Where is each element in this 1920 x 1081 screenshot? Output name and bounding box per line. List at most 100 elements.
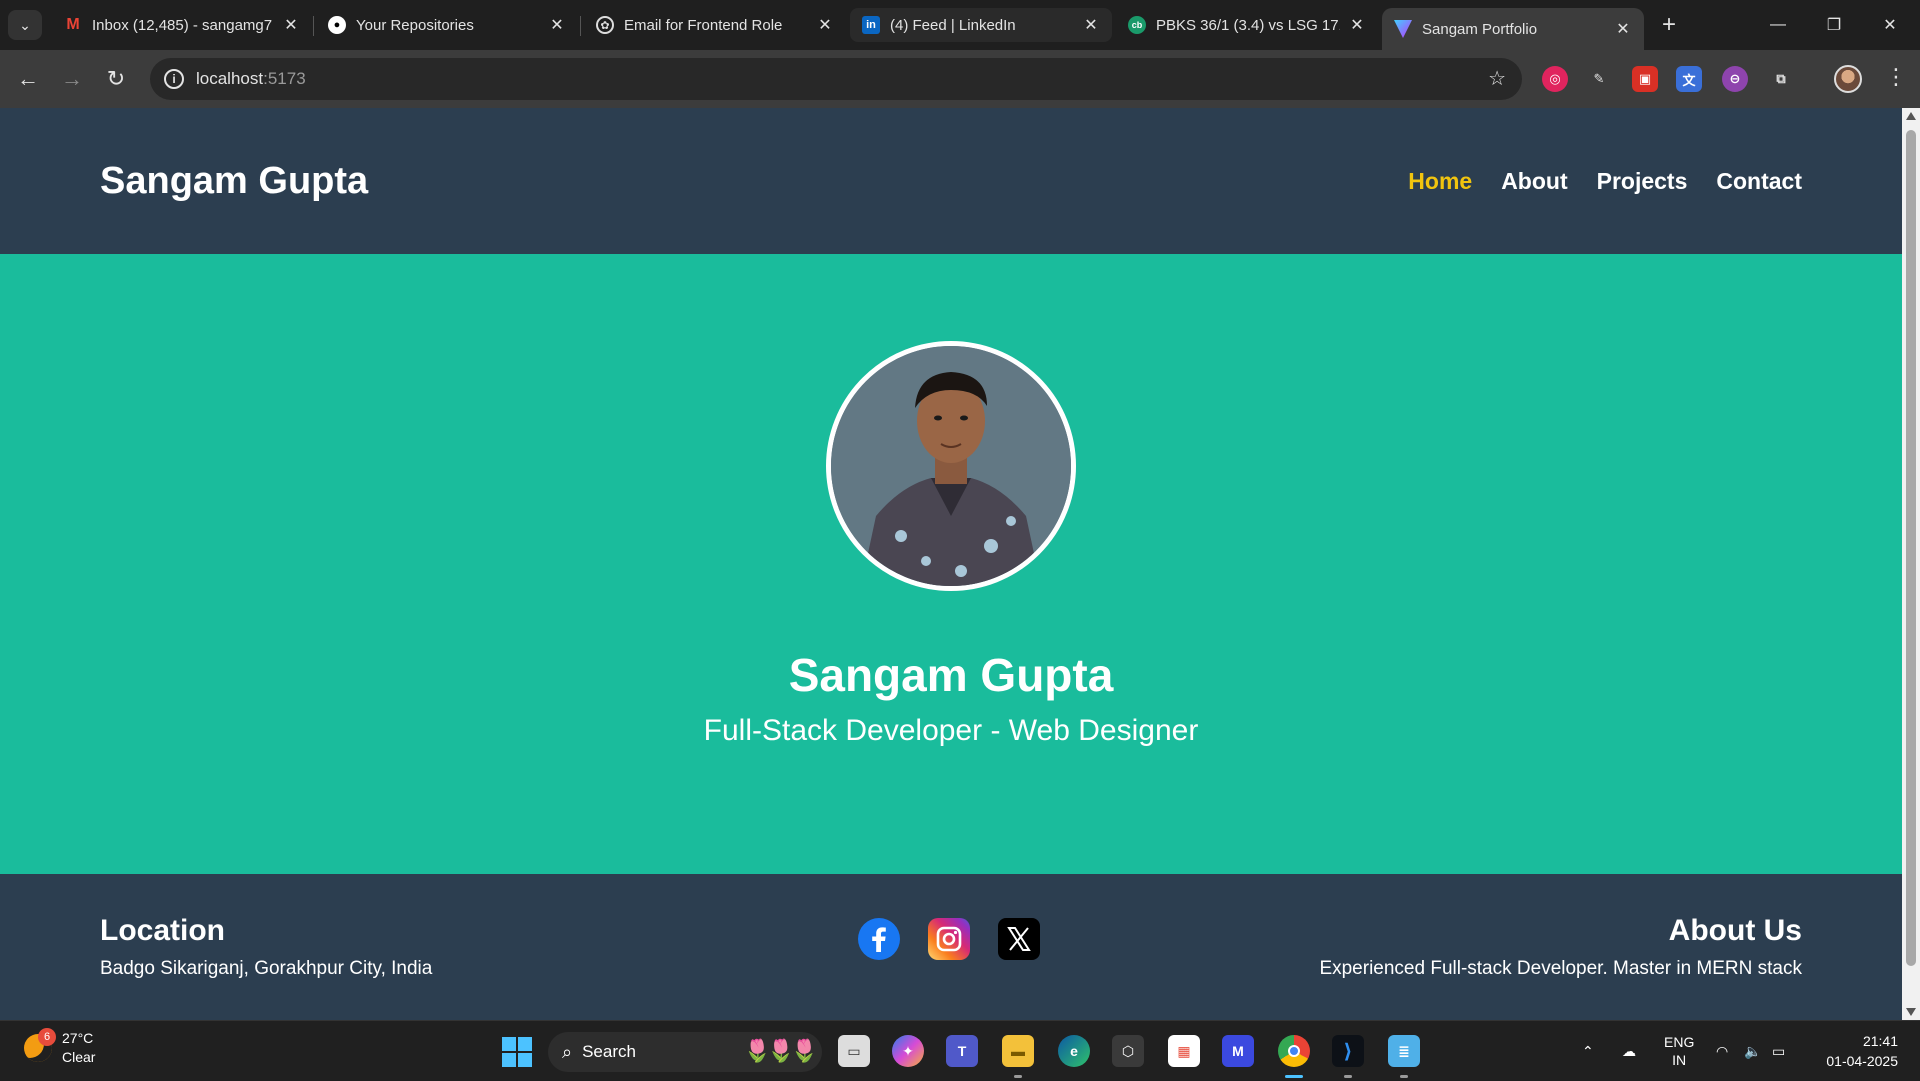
close-icon[interactable]: ✕: [548, 15, 566, 35]
weather-widget[interactable]: 6 27°C Clear: [24, 1028, 96, 1067]
restore-button[interactable]: ❐: [1814, 10, 1854, 40]
tab-cricbuzz[interactable]: cb PBKS 36/1 (3.4) vs LSG 171 ✕: [1116, 8, 1378, 42]
close-icon[interactable]: ✕: [1348, 15, 1366, 35]
page-scrollbar[interactable]: [1902, 108, 1920, 1020]
running-indicator: [1344, 1075, 1352, 1078]
profile-photo: [826, 341, 1076, 591]
scroll-down-icon[interactable]: [1906, 1008, 1916, 1016]
volume-icon[interactable]: 🔈: [1744, 1021, 1761, 1081]
translate-extension-icon[interactable]: 文: [1676, 66, 1702, 92]
tab-title: (4) Feed | LinkedIn: [890, 16, 1016, 34]
extension-icon[interactable]: ▣: [1632, 66, 1658, 92]
scroll-up-icon[interactable]: [1906, 112, 1916, 120]
menu-kebab-icon[interactable]: ⋮: [1885, 64, 1907, 90]
taskbar-search-label: Search: [582, 1042, 636, 1061]
tab-portfolio[interactable]: Sangam Portfolio ✕: [1382, 8, 1644, 50]
footer-location: Location Badgo Sikariganj, Gorakhpur Cit…: [100, 914, 432, 980]
clock-time: 21:41: [1862, 1033, 1898, 1049]
windows-taskbar: 6 27°C Clear ⌕ Search 🌷🌷🌷 ▭ ✦ T ▬ e ⬡ ▦ …: [0, 1020, 1920, 1080]
address-bar[interactable]: i localhost:5173 ☆: [150, 58, 1522, 100]
browser-tabstrip: ⌄ M Inbox (12,485) - sangamg7 ✕ ● Your R…: [0, 0, 1920, 50]
footer-about-title: About Us: [1668, 914, 1802, 947]
wifi-icon[interactable]: ◠: [1716, 1021, 1728, 1081]
chrome-icon[interactable]: [1278, 1035, 1310, 1067]
chatgpt-icon: ✿: [596, 16, 614, 34]
hero-subtitle: Full-Stack Developer - Web Designer: [703, 714, 1199, 747]
close-window-button[interactable]: ✕: [1870, 10, 1910, 40]
nav-projects[interactable]: Projects: [1597, 168, 1688, 195]
edge-icon[interactable]: e: [1058, 1035, 1090, 1067]
eyedropper-extension-icon[interactable]: ✎: [1586, 66, 1612, 92]
page-viewport: Sangam Gupta Home About Projects Contact: [0, 108, 1902, 1020]
running-indicator: [1400, 1075, 1408, 1078]
close-icon[interactable]: ✕: [816, 15, 834, 35]
close-icon[interactable]: ✕: [1082, 15, 1100, 35]
notepad-icon[interactable]: ≣: [1388, 1035, 1420, 1067]
tab-gmail[interactable]: M Inbox (12,485) - sangamg7 ✕: [52, 8, 312, 42]
weather-condition: Clear: [62, 1049, 96, 1065]
facebook-icon[interactable]: [858, 918, 900, 960]
site-nav: Home About Projects Contact: [1408, 168, 1802, 195]
url-text[interactable]: localhost:5173: [196, 69, 306, 89]
tab-title: Inbox (12,485) - sangamg7: [92, 16, 273, 34]
notification-badge: 6: [38, 1028, 56, 1046]
site-brand[interactable]: Sangam Gupta: [100, 160, 368, 203]
taskbar-search[interactable]: ⌕ Search 🌷🌷🌷: [548, 1032, 822, 1072]
tab-github[interactable]: ● Your Repositories ✕: [316, 8, 578, 42]
reload-button[interactable]: ↻: [100, 63, 132, 95]
language-indicator[interactable]: ENG IN: [1664, 1021, 1694, 1081]
extension-icon[interactable]: ◎: [1542, 66, 1568, 92]
minimize-button[interactable]: —: [1758, 10, 1798, 40]
system-clock[interactable]: 21:41 01-04-2025: [1826, 1031, 1898, 1071]
cricbuzz-icon: cb: [1128, 16, 1146, 34]
tab-chatgpt[interactable]: ✿ Email for Frontend Role ✕: [584, 8, 846, 42]
nav-contact[interactable]: Contact: [1716, 168, 1802, 195]
app-icon[interactable]: M: [1222, 1035, 1254, 1067]
tab-title: Email for Frontend Role: [624, 16, 783, 34]
site-footer: Location Badgo Sikariganj, Gorakhpur Cit…: [0, 874, 1902, 1020]
tulips-icon: 🌷🌷🌷: [743, 1038, 818, 1063]
instagram-icon[interactable]: [928, 918, 970, 960]
extension-icon[interactable]: ⊖: [1722, 66, 1748, 92]
task-view-icon[interactable]: ▭: [838, 1035, 870, 1067]
plus-icon: +: [1661, 11, 1676, 38]
active-indicator: [1285, 1075, 1303, 1078]
restore-icon: ❐: [1826, 17, 1842, 34]
onedrive-icon[interactable]: ☁: [1622, 1021, 1636, 1081]
hero-section: Sangam Gupta Full-Stack Developer - Web …: [0, 254, 1902, 874]
bookmark-star-icon[interactable]: ☆: [1488, 66, 1506, 91]
battery-icon[interactable]: ▭: [1772, 1021, 1785, 1081]
show-hidden-icons[interactable]: ⌃: [1582, 1021, 1594, 1081]
extensions-puzzle-icon[interactable]: ⧉: [1768, 66, 1794, 92]
copilot-icon[interactable]: ✦: [892, 1035, 924, 1067]
social-links: [858, 918, 1040, 960]
site-header: Sangam Gupta Home About Projects Contact: [0, 108, 1902, 254]
x-icon[interactable]: [998, 918, 1040, 960]
profile-avatar[interactable]: [1834, 65, 1862, 93]
close-icon: ✕: [1883, 17, 1897, 34]
file-explorer-icon[interactable]: ▬: [1002, 1035, 1034, 1067]
teams-icon[interactable]: T: [946, 1035, 978, 1067]
scrollbar-thumb[interactable]: [1906, 130, 1916, 966]
close-icon[interactable]: ✕: [282, 15, 300, 35]
new-tab-button[interactable]: +: [1654, 10, 1684, 40]
chevron-up-icon: ⌃: [1582, 1042, 1594, 1059]
close-icon[interactable]: ✕: [1614, 19, 1632, 39]
weather-temperature: 27°C: [62, 1030, 94, 1046]
nav-about[interactable]: About: [1501, 168, 1567, 195]
footer-about: About Us Experienced Full-stack Develope…: [1319, 914, 1802, 980]
back-button[interactable]: ←: [12, 63, 44, 95]
footer-location-text: Badgo Sikariganj, Gorakhpur City, India: [100, 958, 433, 979]
windows-start-icon[interactable]: [502, 1037, 532, 1067]
microsoft-store-icon[interactable]: ▦: [1168, 1035, 1200, 1067]
vite-icon: [1394, 20, 1412, 38]
nav-home[interactable]: Home: [1408, 168, 1472, 195]
forward-button[interactable]: →: [56, 63, 88, 95]
tab-search-button[interactable]: ⌄: [8, 10, 42, 40]
site-info-icon[interactable]: i: [164, 69, 184, 89]
moon-icon: 6: [24, 1028, 56, 1062]
running-indicator: [1014, 1075, 1022, 1078]
app-icon[interactable]: ⬡: [1112, 1035, 1144, 1067]
vscode-icon[interactable]: ⟩: [1332, 1035, 1364, 1067]
tab-linkedin[interactable]: in (4) Feed | LinkedIn ✕: [850, 8, 1112, 42]
